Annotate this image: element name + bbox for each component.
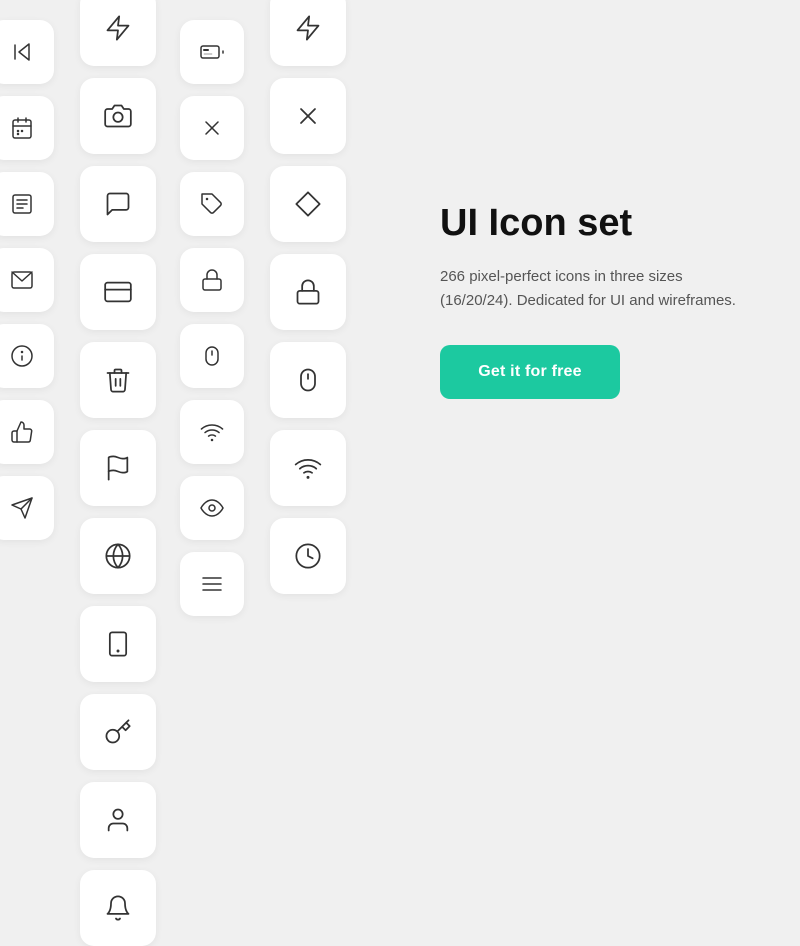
x-close-icon xyxy=(270,78,346,154)
eye-icon xyxy=(180,476,244,540)
send-icon xyxy=(0,476,54,540)
icon-col-1 xyxy=(80,0,156,946)
mail-icon xyxy=(0,248,54,312)
credit-card-icon xyxy=(80,254,156,330)
news-icon xyxy=(0,172,54,236)
chat-icon xyxy=(80,166,156,242)
info-icon xyxy=(0,324,54,388)
product-title: UI Icon set xyxy=(440,201,760,247)
bolt-icon xyxy=(80,0,156,66)
icon-col-2 xyxy=(180,20,244,616)
flag-icon xyxy=(80,430,156,506)
icon-col-3 xyxy=(270,0,346,594)
battery-icon xyxy=(180,20,244,84)
page-container: UI Icon set 266 pixel-perfect icons in t… xyxy=(0,0,800,600)
trash-icon xyxy=(80,342,156,418)
mouse-icon xyxy=(180,324,244,388)
wifi-icon xyxy=(180,400,244,464)
info-area: UI Icon set 266 pixel-perfect icons in t… xyxy=(420,161,800,439)
lock2-icon xyxy=(270,254,346,330)
key-icon xyxy=(80,694,156,770)
zap-icon xyxy=(270,0,346,66)
icons-area xyxy=(0,0,420,600)
cta-button[interactable]: Get it for free xyxy=(440,345,620,399)
icon-col-0 xyxy=(0,20,54,540)
user-icon xyxy=(80,782,156,858)
lock-icon xyxy=(180,248,244,312)
wifi2-icon xyxy=(270,430,346,506)
diamond-icon xyxy=(270,166,346,242)
tag-icon xyxy=(180,172,244,236)
globe-icon xyxy=(80,518,156,594)
skip-back-icon xyxy=(0,20,54,84)
camera-icon xyxy=(80,78,156,154)
calendar-icon xyxy=(0,96,54,160)
mobile-icon xyxy=(80,606,156,682)
bell-icon xyxy=(80,870,156,946)
close-icon xyxy=(180,96,244,160)
clock-icon xyxy=(270,518,346,594)
product-description: 266 pixel-perfect icons in three sizes (… xyxy=(440,265,740,313)
mouse2-icon xyxy=(270,342,346,418)
menu-icon xyxy=(180,552,244,616)
thumbs-up-icon xyxy=(0,400,54,464)
